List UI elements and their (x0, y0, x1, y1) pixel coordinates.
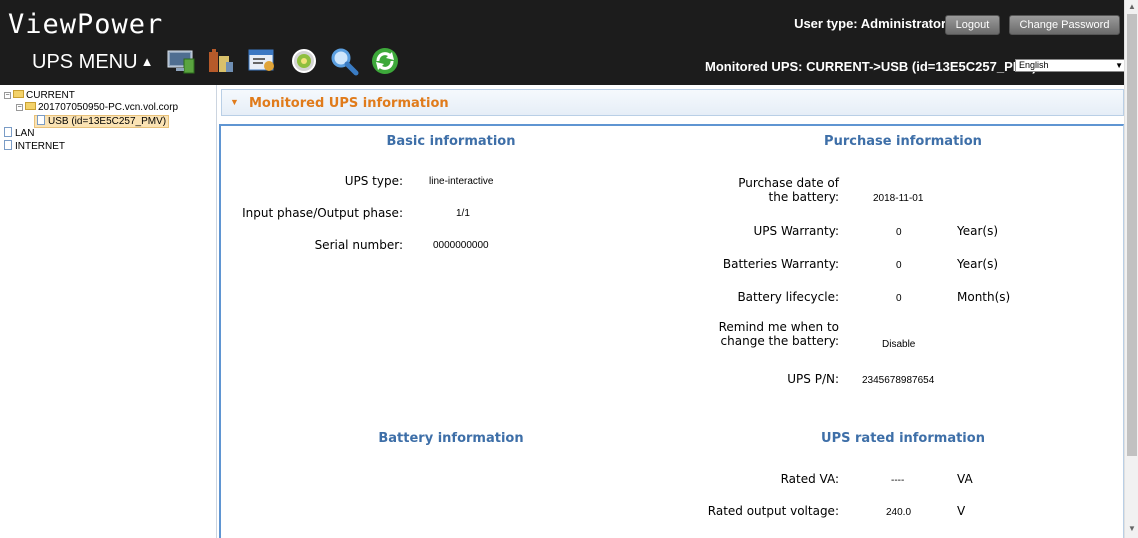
battery-lifecycle-value: 0 (896, 293, 902, 304)
purchase-date-value: 2018-11-01 (873, 193, 924, 204)
serial-label: Serial number: (314, 238, 403, 252)
ups-info-content: Basic information UPS type: line-interac… (219, 124, 1124, 538)
tree-node-usb[interactable]: USB (id=13E5C257_PMV) (34, 115, 170, 128)
rated-va-label: Rated VA: (780, 472, 839, 486)
change-password-button[interactable]: Change Password (1009, 15, 1120, 35)
language-select[interactable]: English ▼ (1015, 59, 1127, 72)
tree-node-label: CURRENT (26, 90, 75, 101)
search-icon[interactable] (329, 46, 359, 76)
phase-value: 1/1 (456, 208, 470, 219)
ups-pn-label: UPS P/N: (787, 372, 839, 386)
dropdown-arrow-icon: ▼ (1115, 61, 1123, 70)
ups-menu-label: UPS MENU (32, 51, 138, 73)
phase-label: Input phase/Output phase: (242, 206, 403, 220)
purchase-date-label: Purchase date of the battery: (738, 176, 839, 204)
scroll-down-icon[interactable]: ▼ (1127, 524, 1137, 534)
monitor-icon[interactable] (166, 46, 196, 76)
batteries-warranty-value: 0 (896, 260, 902, 271)
tree-node-pc[interactable]: − 201707050950-PC.vcn.vol.corp (16, 102, 178, 114)
tree-node-internet[interactable]: INTERNET (4, 140, 65, 152)
collapse-icon[interactable]: − (4, 92, 11, 99)
batteries-warranty-label: Batteries Warranty: (722, 257, 839, 271)
file-icon (37, 115, 45, 125)
language-value: English (1019, 60, 1049, 70)
purchase-info-title: Purchase information (824, 134, 982, 149)
panel-header[interactable]: ▼ Monitored UPS information (221, 89, 1124, 116)
monitored-ups-text: Monitored UPS: CURRENT->USB (id=13E5C257… (705, 59, 1037, 74)
tree-node-current[interactable]: − CURRENT (4, 90, 75, 102)
scroll-thumb[interactable] (1127, 14, 1137, 456)
basic-info-title: Basic information (386, 134, 516, 149)
batteries-warranty-unit: Year(s) (957, 257, 999, 271)
tree-node-label: USB (id=13E5C257_PMV) (48, 116, 167, 127)
rated-va-unit: VA (957, 472, 973, 486)
user-type-text: User type: Administrator (794, 16, 946, 31)
tree-node-label: 201707050950-PC.vcn.vol.corp (38, 102, 179, 113)
rated-va-value: ---- (891, 475, 905, 486)
collapse-icon[interactable]: − (16, 104, 23, 111)
battery-lifecycle-label: Battery lifecycle: (737, 290, 839, 304)
collapse-arrow-icon[interactable]: ▼ (230, 97, 239, 107)
refresh-icon[interactable] (370, 46, 400, 76)
battery-info-title: Battery information (378, 431, 524, 446)
rated-voltage-value: 240.0 (886, 507, 912, 518)
scroll-up-icon[interactable]: ▲ (1127, 2, 1137, 12)
ups-type-value: line-interactive (429, 176, 494, 187)
battery-lifecycle-unit: Month(s) (957, 290, 1011, 304)
logout-button[interactable]: Logout (945, 15, 1000, 35)
ups-type-label: UPS type: (344, 174, 403, 188)
page-scrollbar[interactable]: ▲ ▼ (1124, 0, 1138, 538)
serial-value: 0000000000 (433, 240, 489, 251)
device-tree: − CURRENT −201707050950-PC.vcn.vol.corp U… (0, 85, 217, 538)
tree-node-label: INTERNET (15, 141, 65, 152)
ups-pn-value: 2345678987654 (862, 375, 935, 386)
rated-voltage-label: Rated output voltage: (707, 504, 839, 518)
menu-arrow-icon: ▲ (140, 54, 154, 69)
tree-node-lan[interactable]: LAN (4, 127, 34, 139)
schedule-icon[interactable] (289, 46, 319, 76)
ups-menu-button[interactable]: UPS MENU ▲ (32, 51, 153, 74)
configuration-icon[interactable] (247, 46, 277, 76)
app-title: ViewPower (8, 9, 164, 40)
file-icon (4, 127, 12, 137)
rated-info-title: UPS rated information (821, 431, 985, 446)
app-header: ViewPower UPS MENU ▲ User type: Administr… (0, 0, 1127, 85)
tree-node-label: LAN (15, 128, 35, 139)
folder-icon (25, 102, 36, 110)
file-icon (4, 140, 12, 150)
ups-warranty-value: 0 (896, 227, 902, 238)
remind-value: Disable (882, 339, 916, 350)
battery-control-icon[interactable] (206, 46, 236, 76)
rated-voltage-unit: V (957, 504, 966, 518)
folder-icon (13, 90, 24, 98)
ups-warranty-label: UPS Warranty: (753, 224, 840, 238)
remind-label: Remind me when to change the battery: (718, 320, 839, 348)
panel-title: Monitored UPS information (249, 96, 449, 111)
ups-warranty-unit: Year(s) (957, 224, 999, 238)
tree-node-selected: USB (id=13E5C257_PMV) (34, 115, 170, 128)
